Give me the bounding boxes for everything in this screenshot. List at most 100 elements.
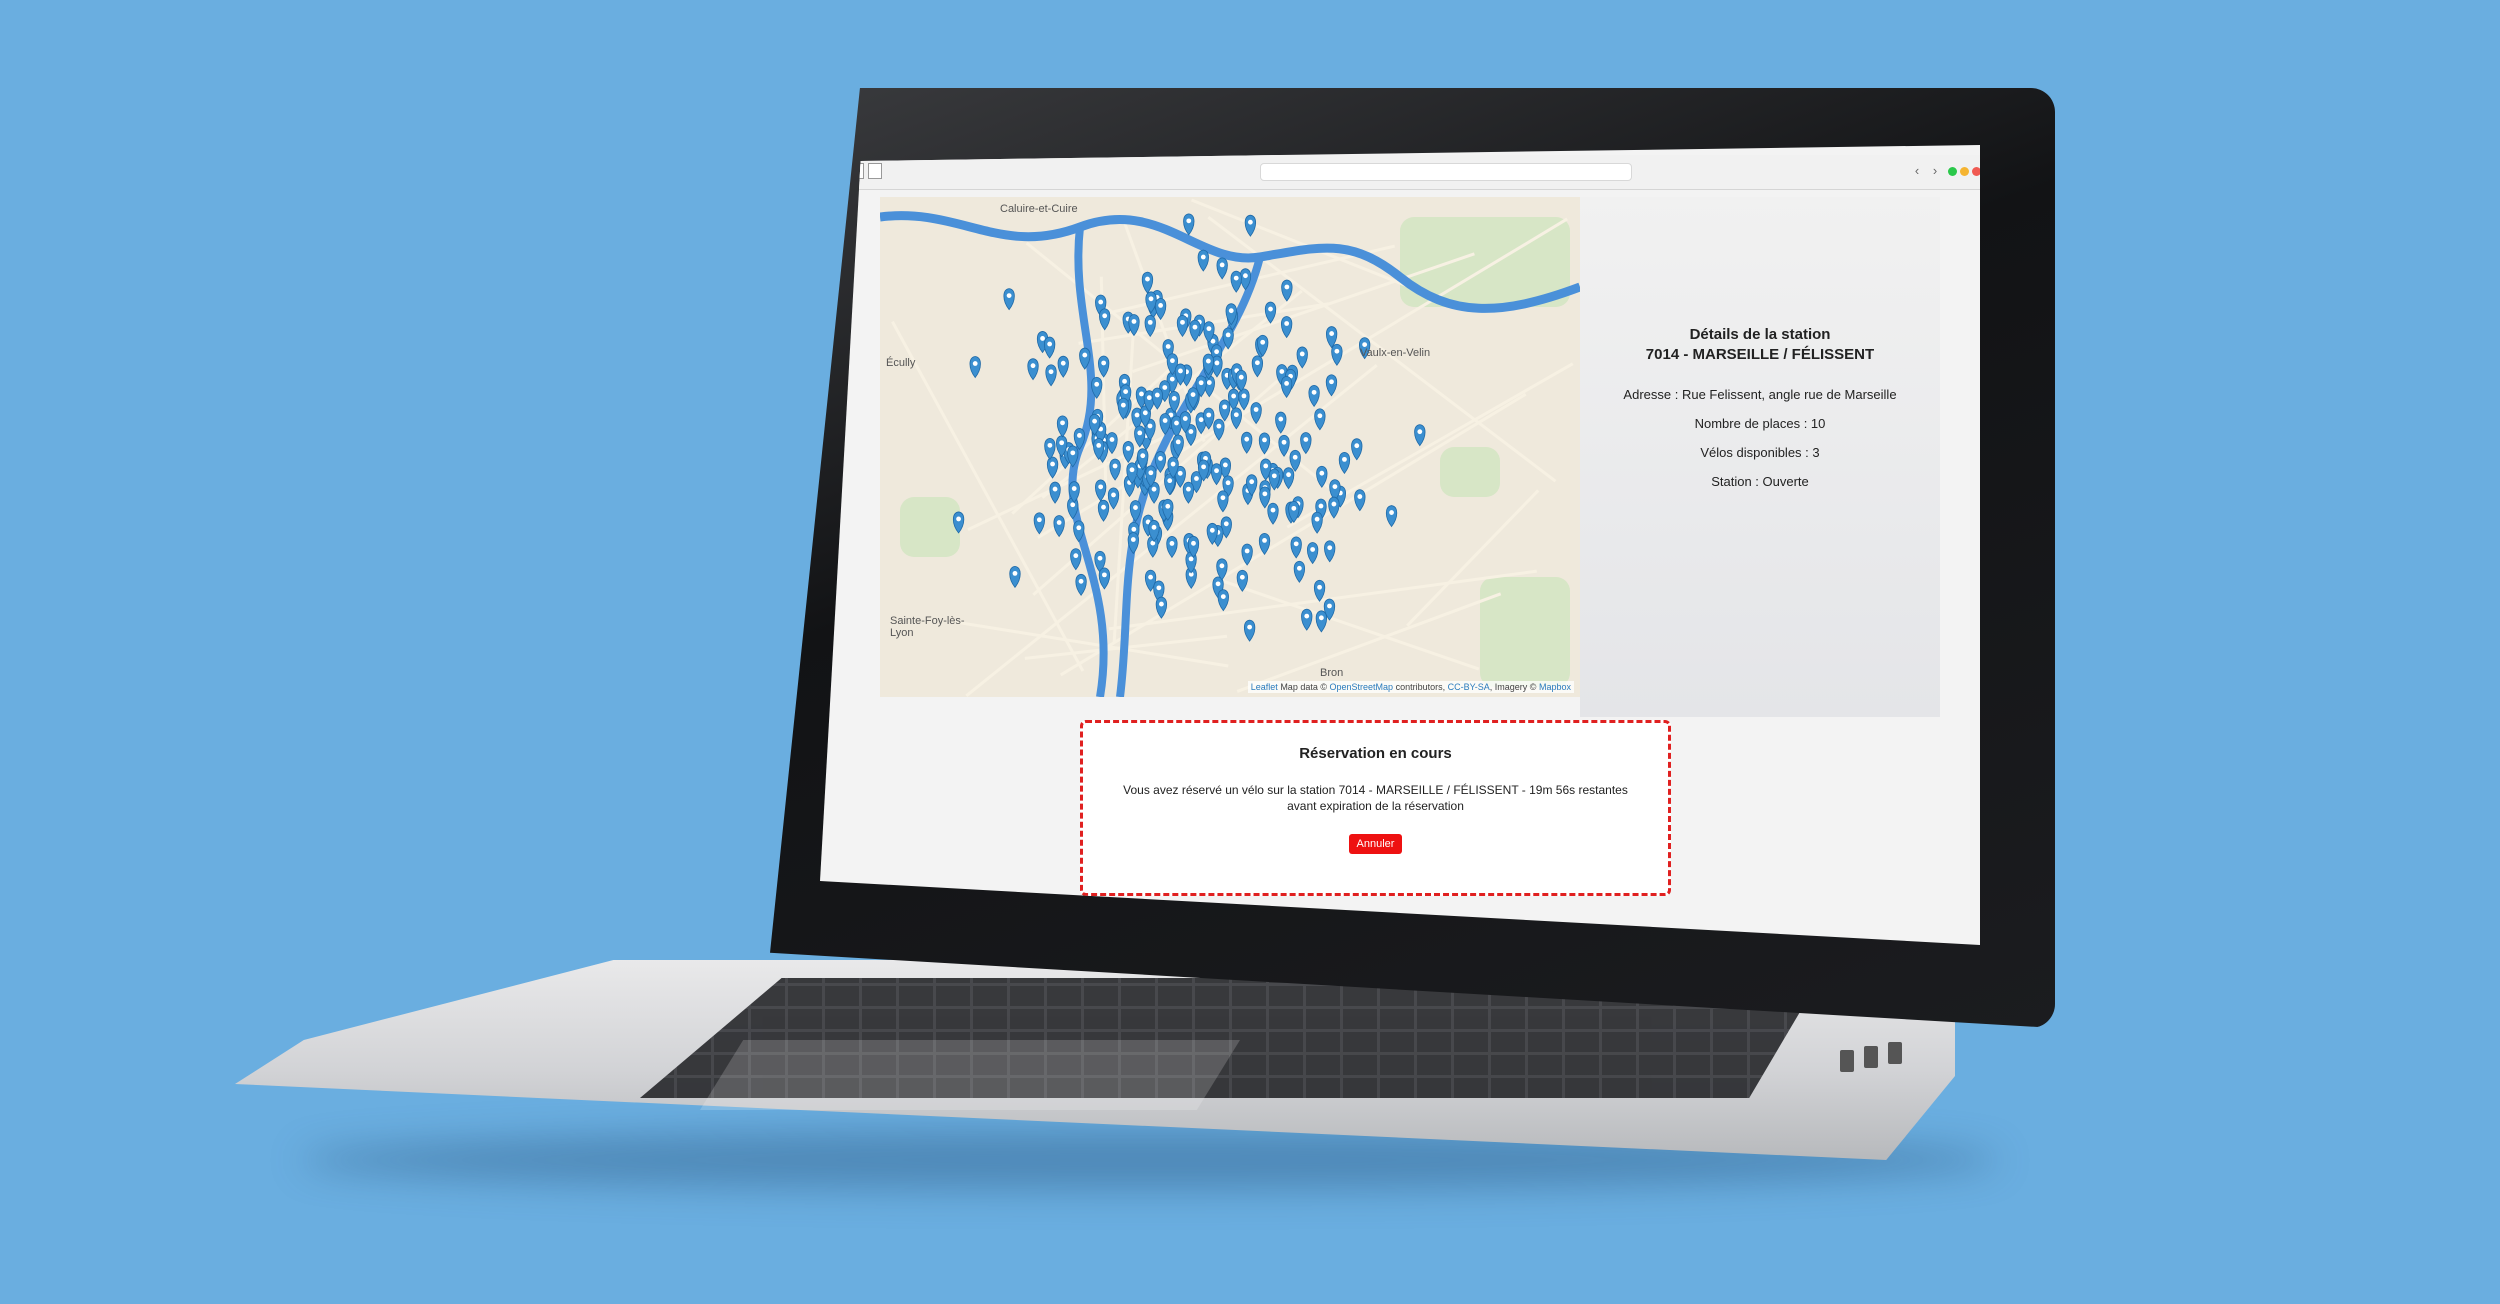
station-marker-icon[interactable] <box>1034 513 1045 534</box>
reservation-title: Réservation en cours <box>1083 745 1668 762</box>
station-marker-icon[interactable] <box>1281 316 1292 337</box>
station-marker-icon[interactable] <box>1309 385 1320 406</box>
station-marker-icon[interactable] <box>1155 298 1166 319</box>
station-marker-icon[interactable] <box>1054 516 1065 537</box>
station-marker-icon[interactable] <box>1307 542 1318 563</box>
station-marker-icon[interactable] <box>970 357 981 378</box>
station-marker-icon[interactable] <box>1177 315 1188 336</box>
chevron-right-icon[interactable]: › <box>1928 163 1942 179</box>
share-icon[interactable] <box>868 163 882 179</box>
station-marker-icon[interactable] <box>1260 487 1271 508</box>
details-title: Détails de la station <box>1580 325 1940 345</box>
station-marker-icon[interactable] <box>1352 439 1363 460</box>
station-marker-icon[interactable] <box>1301 432 1312 453</box>
station-marker-icon[interactable] <box>1167 536 1178 557</box>
license-link[interactable]: CC-BY-SA <box>1448 682 1490 692</box>
station-marker-icon[interactable] <box>1071 549 1082 570</box>
station-marker-icon[interactable] <box>1219 400 1230 421</box>
attribution-imagery: , Imagery © <box>1490 682 1537 692</box>
chevron-left-icon[interactable]: ‹ <box>1910 163 1924 179</box>
station-marker-icon[interactable] <box>1355 490 1366 511</box>
station-marker-icon[interactable] <box>1058 356 1069 377</box>
station-marker-icon[interactable] <box>1231 408 1242 429</box>
details-heading: Détails de la station 7014 - MARSEILLE /… <box>1580 325 1940 365</box>
station-marker-icon[interactable] <box>1231 271 1242 292</box>
station-marker-icon[interactable] <box>1324 541 1335 562</box>
station-marker-icon[interactable] <box>1314 580 1325 601</box>
station-details-panel: Détails de la station 7014 - MARSEILLE /… <box>1580 197 1940 717</box>
station-marker-icon[interactable] <box>1211 464 1222 485</box>
station-marker-icon[interactable] <box>1044 337 1055 358</box>
url-field[interactable] <box>1260 163 1632 181</box>
station-marker-icon[interactable] <box>1004 289 1015 310</box>
station-marker-icon[interactable] <box>1190 320 1201 341</box>
station-marker-icon[interactable] <box>1245 215 1256 236</box>
station-marker-icon[interactable] <box>1332 344 1343 365</box>
station-marker-icon[interactable] <box>1268 503 1279 524</box>
station-marker-icon[interactable] <box>1217 258 1228 279</box>
station-marker-icon[interactable] <box>1386 506 1397 527</box>
station-marker-icon[interactable] <box>1329 497 1340 518</box>
attribution-contributors: contributors, <box>1396 682 1446 692</box>
station-marker-icon[interactable] <box>1290 450 1301 471</box>
station-marker-icon[interactable] <box>1316 611 1327 632</box>
station-marker-icon[interactable] <box>1339 452 1350 473</box>
station-marker-icon[interactable] <box>1251 402 1262 423</box>
map-park <box>900 497 960 557</box>
window-close-dot[interactable] <box>1972 167 1980 176</box>
map-label-ecully: Écully <box>886 357 915 369</box>
station-marker-icon[interactable] <box>1110 459 1121 480</box>
station-marker-icon[interactable] <box>1218 590 1229 611</box>
station-map[interactable]: Caluire-et-Cuire Vaulx-en-Velin Écully S… <box>880 197 1580 697</box>
station-marker-icon[interactable] <box>1050 482 1061 503</box>
station-marker-icon[interactable] <box>1281 376 1292 397</box>
map-label-vaulx: Vaulx-en-Velin <box>1360 347 1430 359</box>
leaflet-link[interactable]: Leaflet <box>1251 682 1278 692</box>
osm-link[interactable]: OpenStreetMap <box>1330 682 1394 692</box>
station-marker-icon[interactable] <box>1291 537 1302 558</box>
station-marker-icon[interactable] <box>1010 566 1021 587</box>
map-park <box>1480 577 1570 687</box>
map-label-caluire: Caluire-et-Cuire <box>1000 203 1078 215</box>
station-marker-icon[interactable] <box>1028 359 1039 380</box>
station-marker-icon[interactable] <box>1276 412 1287 433</box>
station-marker-icon[interactable] <box>1312 512 1323 533</box>
station-marker-icon[interactable] <box>1076 574 1087 595</box>
station-marker-icon[interactable] <box>1057 416 1068 437</box>
station-marker-icon[interactable] <box>1252 356 1263 377</box>
station-marker-icon[interactable] <box>1046 365 1057 386</box>
reservation-text: Vous avez réservé un vélo sur la station… <box>1123 782 1628 814</box>
map-road <box>1237 594 1500 692</box>
station-marker-icon[interactable] <box>1315 409 1326 430</box>
station-bikes: Vélos disponibles : 3 <box>1580 445 1940 460</box>
station-marker-icon[interactable] <box>1241 432 1252 453</box>
station-marker-icon[interactable] <box>1282 280 1293 301</box>
station-name: 7014 - MARSEILLE / FÉLISSENT <box>1580 345 1940 365</box>
station-marker-icon[interactable] <box>1152 388 1163 409</box>
laptop-screen: ‹ › Caluire-et-Cuire Vaulx-en-Velin Écul… <box>820 145 1980 945</box>
station-marker-icon[interactable] <box>1098 500 1109 521</box>
station-marker-icon[interactable] <box>1301 609 1312 630</box>
station-marker-icon[interactable] <box>1297 347 1308 368</box>
mapbox-link[interactable]: Mapbox <box>1539 682 1571 692</box>
browser-toolbar: ‹ › <box>820 155 1980 190</box>
station-marker-icon[interactable] <box>1045 438 1056 459</box>
station-marker-icon[interactable] <box>1184 214 1195 235</box>
station-marker-icon[interactable] <box>1198 250 1209 271</box>
map-attribution: Leaflet Map data © OpenStreetMap contrib… <box>1248 681 1574 693</box>
station-marker-icon[interactable] <box>1326 375 1337 396</box>
station-marker-icon[interactable] <box>1259 433 1270 454</box>
station-marker-icon[interactable] <box>1294 561 1305 582</box>
window-zoom-dot[interactable] <box>1948 167 1957 176</box>
station-marker-icon[interactable] <box>1142 272 1153 293</box>
station-marker-icon[interactable] <box>1108 488 1119 509</box>
window-minimize-dot[interactable] <box>1960 167 1969 176</box>
station-marker-icon[interactable] <box>1218 491 1229 512</box>
station-marker-icon[interactable] <box>1183 482 1194 503</box>
station-marker-icon[interactable] <box>1098 356 1109 377</box>
station-marker-icon[interactable] <box>1244 620 1255 641</box>
station-marker-icon[interactable] <box>1107 433 1118 454</box>
cancel-button[interactable]: Annuler <box>1349 834 1403 854</box>
station-marker-icon[interactable] <box>1283 468 1294 489</box>
station-marker-icon[interactable] <box>1415 425 1426 446</box>
